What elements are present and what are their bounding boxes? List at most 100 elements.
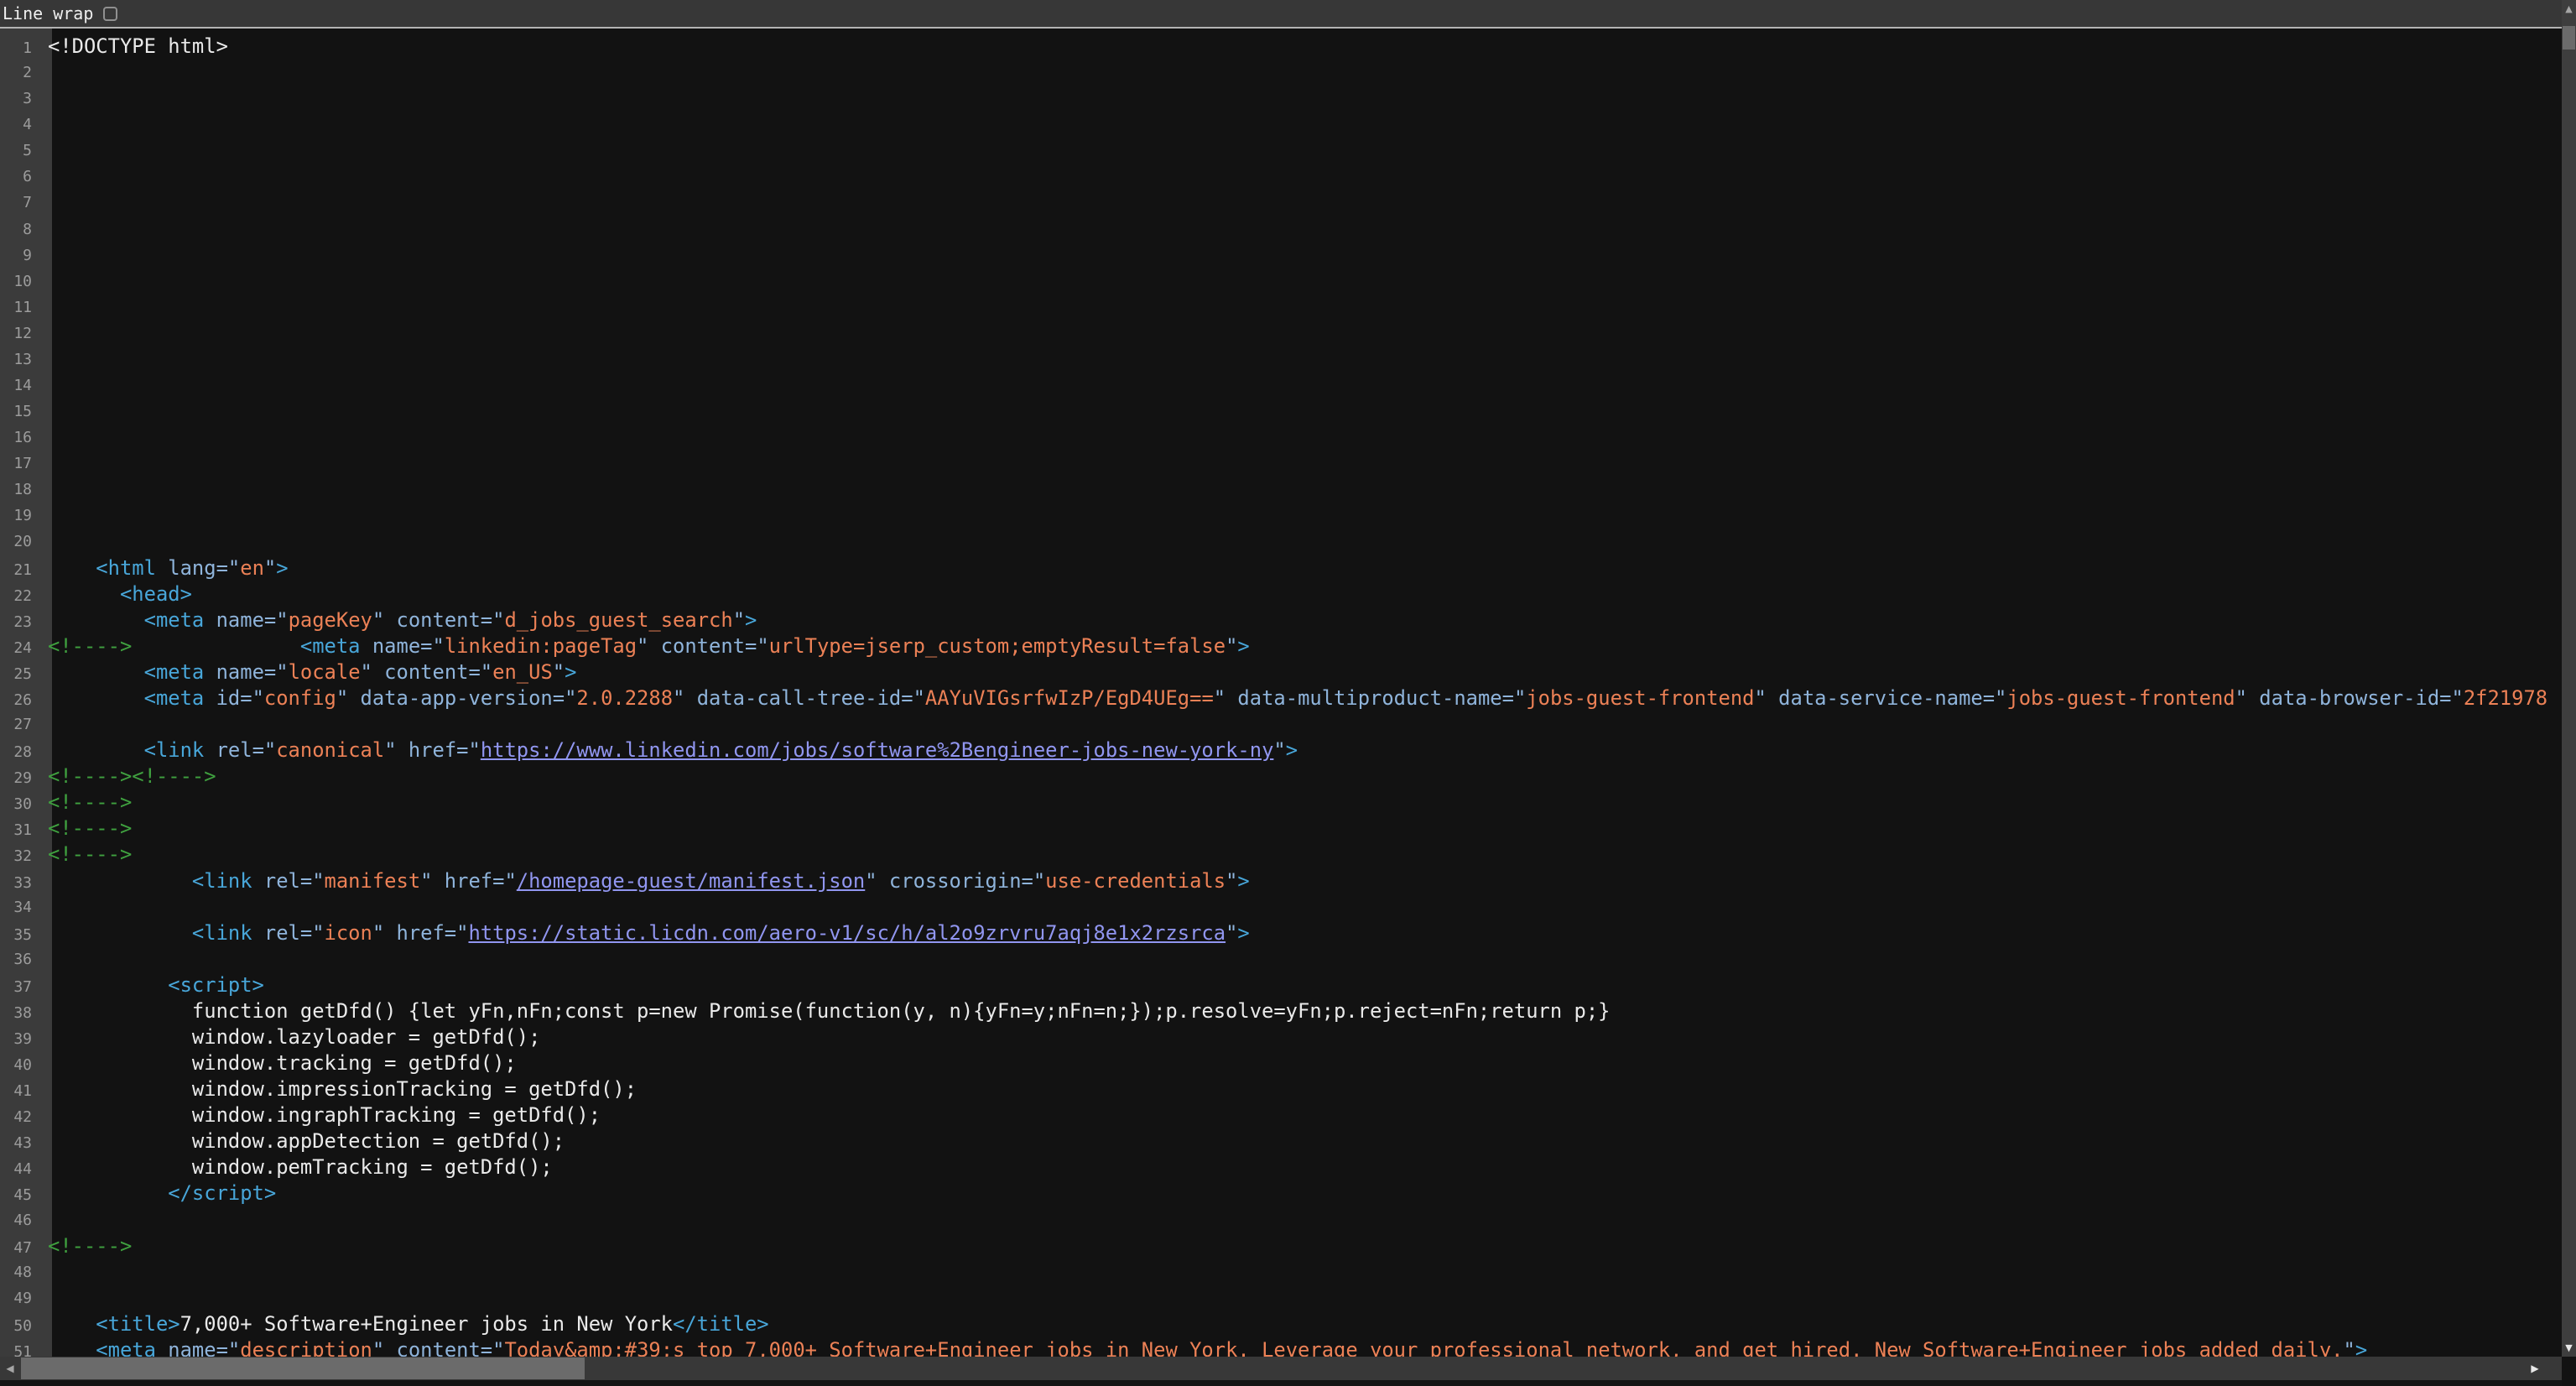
scroll-up-icon[interactable]: ▲	[2562, 2, 2576, 16]
code-token-val: icon	[325, 921, 372, 945]
code-token-val: locale	[289, 660, 361, 684]
code-token-attr: rel="	[252, 921, 325, 945]
code-token-comment: <!---->	[48, 790, 132, 814]
code-line: 8	[0, 216, 2562, 242]
line-number: 49	[0, 1285, 42, 1311]
line-number: 30	[0, 791, 42, 817]
code-line: 39 window.lazyloader = getDfd();	[0, 1024, 2562, 1050]
line-number: 50	[0, 1313, 42, 1339]
code-token-tag: <link	[48, 738, 204, 762]
code-token-attr: " href="	[384, 738, 481, 762]
code-token-comment: <!---->	[48, 1234, 132, 1258]
code-token-attr: " href="	[420, 869, 517, 893]
code-token-attr: " data-multiproduct-name="	[1214, 686, 1527, 710]
code-line: 45 </script>	[0, 1180, 2562, 1206]
code-line: 48	[0, 1259, 2562, 1285]
code-line: 12	[0, 320, 2562, 346]
line-number: 11	[0, 294, 42, 320]
source-viewport: 1<!DOCTYPE html>234567891011121314151617…	[0, 29, 2562, 1357]
line-number: 32	[0, 843, 42, 869]
code-token-attr: id="	[204, 686, 264, 710]
code-line: 49	[0, 1285, 2562, 1311]
code-token-tag: </script>	[48, 1181, 276, 1205]
code-line: 24<!----> <meta name="linkedin:pageTag" …	[0, 633, 2562, 659]
code-token-attr: "	[733, 608, 745, 632]
code-line: 26 <meta id="config" data-app-version="2…	[0, 685, 2562, 711]
code-line: 43 window.appDetection = getDfd();	[0, 1128, 2562, 1154]
code-token-tag: >	[1237, 634, 1249, 658]
code-token-tag: <title>	[48, 1312, 180, 1336]
code-token-comment: <!---->	[48, 816, 132, 840]
line-number: 16	[0, 425, 42, 451]
code-line: 51 <meta name="description" content="Tod…	[0, 1337, 2562, 1357]
view-source-toolbar: Line wrap	[0, 0, 2562, 29]
code-token-val: use-credentials	[1045, 869, 1226, 893]
code-token-tag: >	[565, 660, 576, 684]
horizontal-scrollbar-thumb[interactable]	[21, 1357, 585, 1379]
code-line: 19	[0, 503, 2562, 529]
code-token-val: pageKey	[289, 608, 372, 632]
line-number: 37	[0, 974, 42, 1000]
code-line: 15	[0, 399, 2562, 425]
horizontal-scrollbar[interactable]: ◀ ▶	[0, 1357, 2562, 1380]
line-number: 9	[0, 242, 42, 268]
code-token-text: window.appDetection = getDfd();	[48, 1129, 565, 1153]
code-line: 46	[0, 1207, 2562, 1233]
code-token-text: function getDfd() {let yFn,nFn;const p=n…	[48, 999, 1611, 1023]
code-line: 35 <link rel="icon" href="https://static…	[0, 920, 2562, 946]
code-line: 42 window.ingraphTracking = getDfd();	[0, 1102, 2562, 1128]
code-line: 21 <html lang="en">	[0, 555, 2562, 581]
line-number: 2	[0, 60, 42, 86]
code-token-tag: <head>	[48, 582, 192, 606]
vertical-scrollbar[interactable]: ▲ ▼	[2562, 0, 2576, 1357]
line-wrap-control[interactable]: Line wrap	[3, 2, 117, 25]
line-wrap-checkbox[interactable]	[103, 7, 117, 21]
code-token-text: 7,000+ Software+Engineer jobs in New Yor…	[180, 1312, 673, 1336]
code-token-tag: <meta	[48, 1338, 156, 1357]
code-line: 9	[0, 242, 2562, 268]
code-token-attr: name="	[204, 608, 288, 632]
line-number: 10	[0, 268, 42, 294]
line-number: 42	[0, 1104, 42, 1130]
code-line: 10	[0, 268, 2562, 294]
line-number: 21	[0, 557, 42, 583]
line-number: 46	[0, 1207, 42, 1233]
code-token-tag: <meta	[48, 686, 204, 710]
code-token-attr: " content="	[361, 660, 493, 684]
code-line: 22 <head>	[0, 581, 2562, 607]
code-line: 25 <meta name="locale" content="en_US">	[0, 659, 2562, 685]
scroll-right-icon[interactable]: ▶	[2525, 1357, 2545, 1380]
code-token-val: manifest	[325, 869, 421, 893]
code-token-attr: "	[1226, 921, 1237, 945]
source-code: 1<!DOCTYPE html>234567891011121314151617…	[0, 29, 2562, 1357]
line-number: 1	[0, 35, 42, 61]
source-link[interactable]: https://static.licdn.com/aero-v1/sc/h/al…	[468, 921, 1226, 945]
code-line: 5	[0, 138, 2562, 164]
code-token-attr: " data-app-version="	[336, 686, 577, 710]
code-token-attr: "	[1226, 634, 1237, 658]
source-link[interactable]: /homepage-guest/manifest.json	[517, 869, 865, 893]
source-link[interactable]: https://www.linkedin.com/jobs/software%2…	[481, 738, 1274, 762]
line-number: 43	[0, 1130, 42, 1156]
code-line: 30<!---->	[0, 789, 2562, 815]
code-token-val: config	[264, 686, 336, 710]
line-number: 29	[0, 765, 42, 791]
scroll-left-icon[interactable]: ◀	[0, 1357, 20, 1380]
code-token-tag: <link	[48, 869, 252, 893]
line-number: 23	[0, 609, 42, 635]
vertical-scrollbar-thumb[interactable]	[2563, 26, 2575, 50]
scrollbar-corner	[2562, 1357, 2576, 1386]
scroll-down-icon[interactable]: ▼	[2562, 1341, 2576, 1355]
code-token-val: Today&amp;#39;s top 7,000+ Software+Engi…	[504, 1338, 2343, 1357]
code-token-attr: "	[2344, 1338, 2355, 1357]
code-token-tag: <meta	[48, 660, 204, 684]
line-number: 47	[0, 1235, 42, 1261]
line-number: 13	[0, 346, 42, 373]
line-number: 31	[0, 817, 42, 843]
code-line: 6	[0, 164, 2562, 190]
code-token-attr: rel="	[252, 869, 325, 893]
line-number: 19	[0, 503, 42, 529]
code-token-tag: <meta	[48, 608, 204, 632]
code-line: 20	[0, 529, 2562, 555]
code-token-val: en	[240, 556, 264, 580]
